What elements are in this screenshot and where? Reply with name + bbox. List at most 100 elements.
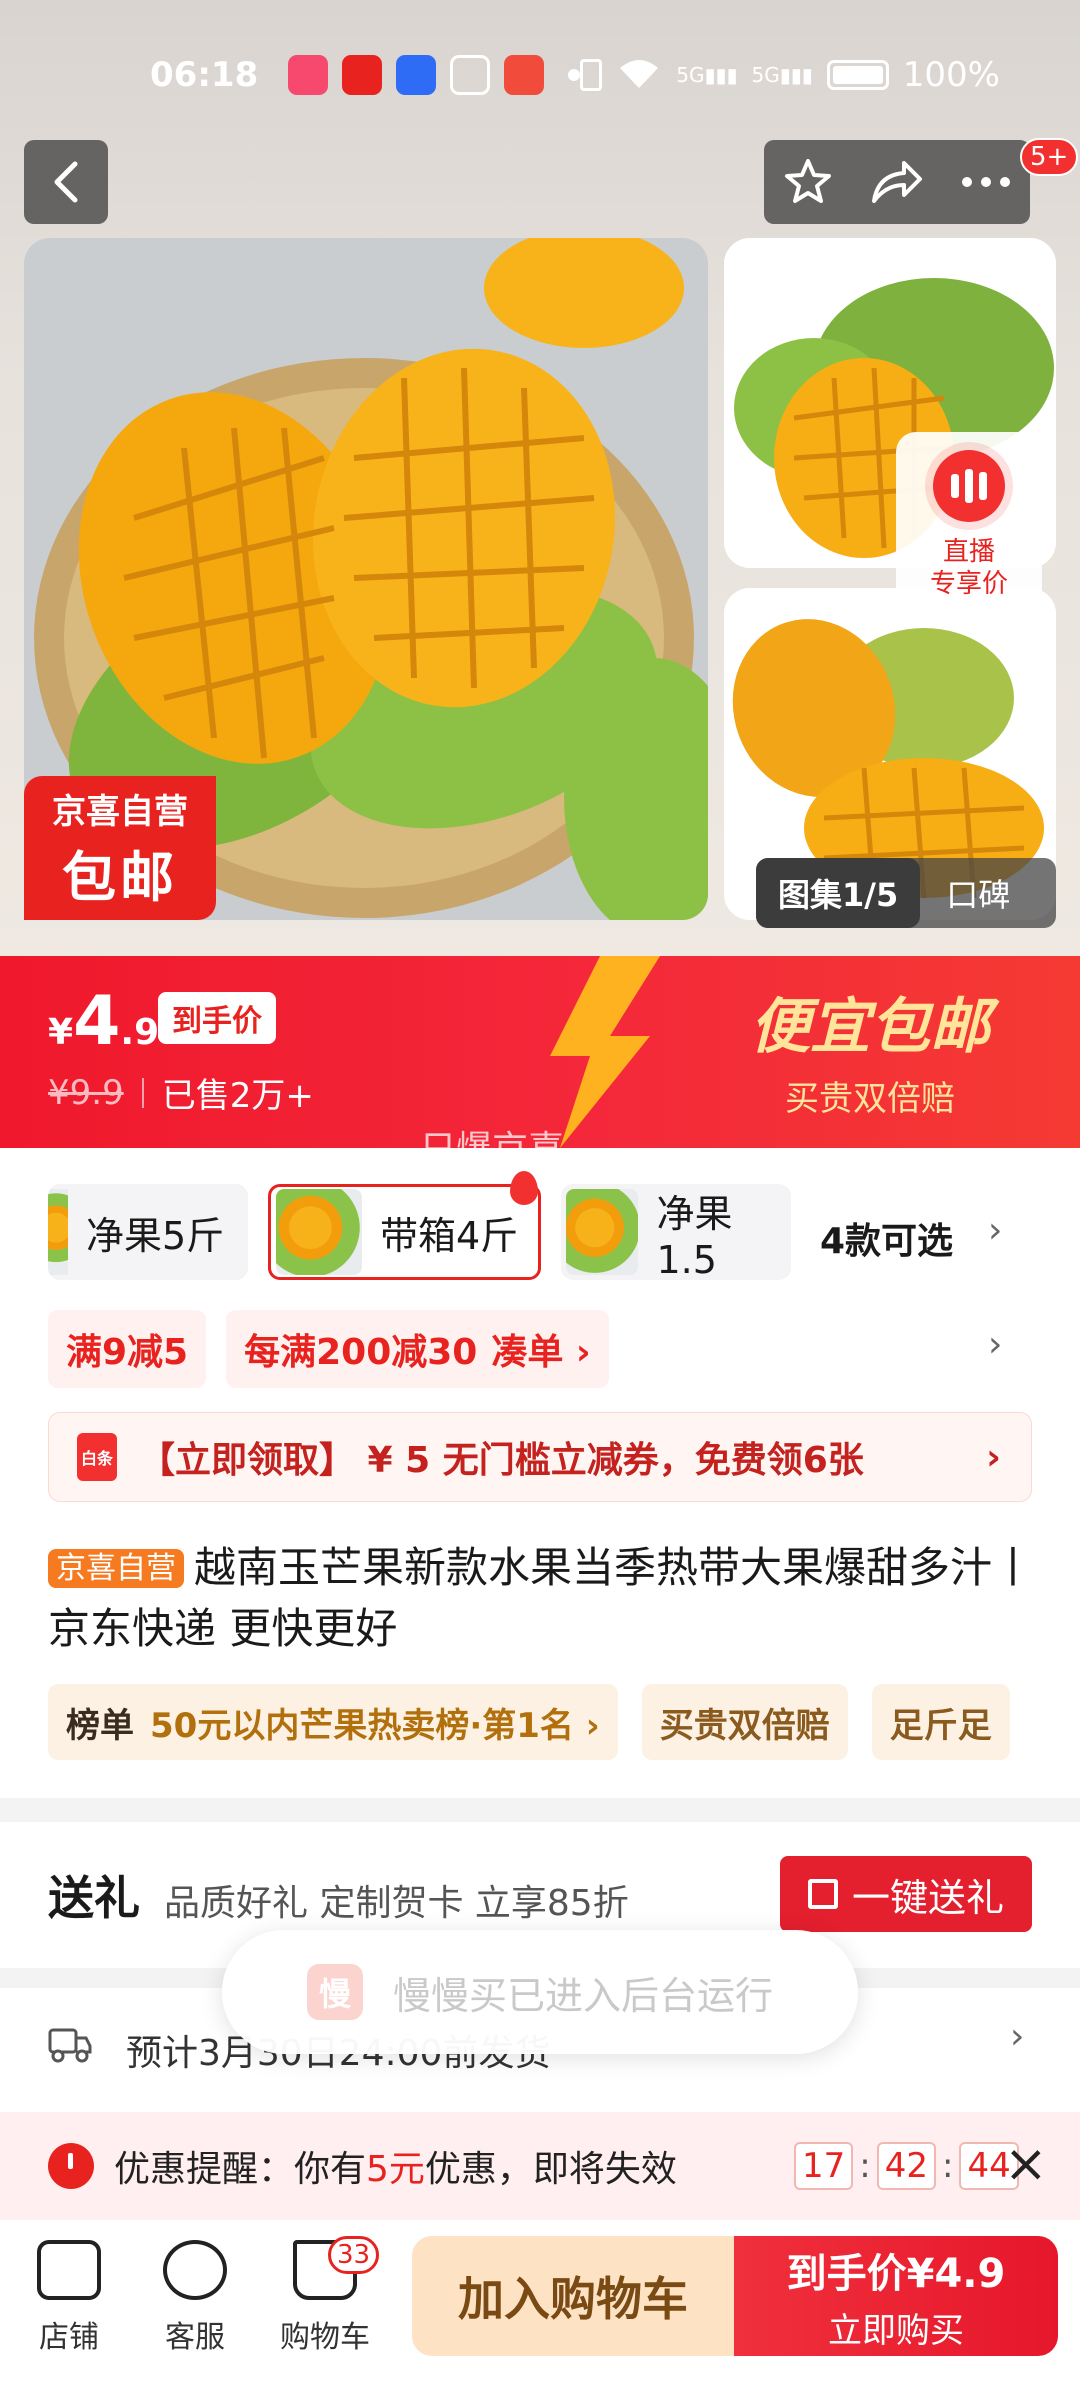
gather-order-link: 凑单 ›: [491, 1332, 591, 1373]
gallery-counter[interactable]: 图集1/5: [756, 858, 921, 928]
nav-actions: [764, 140, 1030, 224]
sku-option[interactable]: 净果1.5: [561, 1184, 792, 1281]
rank-label: 榜单: [66, 1705, 134, 1746]
chevron-left-icon: [54, 161, 78, 203]
price-decimal: .9: [120, 1012, 160, 1053]
gift-icon: [807, 1879, 838, 1909]
sku-thumbnail: [276, 1189, 362, 1275]
more-icon[interactable]: [961, 176, 1011, 188]
app-icon: 慢: [306, 1964, 363, 2020]
app-notification-icon: [288, 55, 329, 95]
bottom-action-bar: 店铺 客服 购物车 33 加入购物车 到手价¥4.9 立即购买: [0, 2220, 1080, 2400]
chevron-right-icon[interactable]: ›: [988, 1210, 1002, 1251]
product-title-text: 越南玉芒果新款水果当季热带大果爆甜多汁丨京东快递 更快更好: [48, 1543, 1035, 1653]
price-currency: ¥: [48, 1012, 74, 1053]
watermark-text: 只爆京喜: [420, 1129, 565, 1170]
chevron-right-icon: ›: [986, 1436, 1001, 1478]
toast-text: 慢慢买已进入后台运行: [392, 1973, 773, 2018]
slogan-main: 便宜包邮: [750, 992, 990, 1062]
slogan-sub: 买贵双倍赔: [785, 1079, 955, 1119]
sku-option[interactable]: 净果5斤: [48, 1184, 248, 1280]
countdown-timer: 17 : 42 : 44: [794, 2142, 1019, 2190]
sku-selector: 净果5斤 带箱4斤 净果1.5: [48, 1171, 811, 1281]
promo-badge-top: 京喜自营: [52, 792, 188, 832]
live-icon: [933, 450, 1005, 522]
sku-label: 净果5斤: [86, 1213, 225, 1258]
wifi-icon: [620, 60, 659, 88]
add-to-cart-button[interactable]: 加入购物车: [412, 2236, 734, 2356]
send-gift-button[interactable]: 一键送礼: [780, 1856, 1032, 1932]
app-notification-icon: [342, 55, 383, 95]
cart-label: 购物车: [280, 2320, 370, 2355]
cart-count-badge: 33: [328, 2236, 380, 2274]
coupon-banner[interactable]: 白条 【立即领取】 ¥ 5 无门槛立减券，免费领6张 ›: [48, 1412, 1032, 1502]
truck-icon: [48, 2028, 92, 2063]
sold-count: 已售2万+: [161, 1076, 314, 1116]
promo-tag-gather[interactable]: 每满200减30 凑单 ›: [226, 1310, 609, 1388]
app-notification-icon: [504, 55, 545, 95]
final-price: ¥ 4 .9: [48, 982, 159, 1061]
store-icon: [37, 2240, 101, 2300]
message-badge: 5+: [1020, 138, 1079, 176]
coupon-reminder[interactable]: 优惠提醒：你有 5元 优惠，即将失效 17 : 42 : 44 ×: [0, 2112, 1080, 2220]
app-notification-icon: [396, 55, 437, 95]
promotion-row: 满9减5 每满200减30 凑单 ›: [48, 1310, 629, 1388]
gift-title: 送礼: [48, 1871, 140, 1925]
status-bar: 06:18 5G▮▮▮ 5G▮▮▮ 100%: [0, 40, 1080, 110]
notification-icons: [288, 55, 581, 95]
final-price-tag: 到手价: [158, 992, 276, 1044]
chat-icon: [450, 55, 491, 95]
promo-badge-bottom: 包邮: [62, 846, 178, 909]
divider: [141, 1077, 144, 1108]
sku-thumbnail: [566, 1189, 639, 1275]
chevron-right-icon[interactable]: ›: [988, 1324, 1002, 1365]
signal-icon: 5G▮▮▮: [751, 63, 813, 87]
more-dot-icon: [568, 69, 581, 81]
close-icon[interactable]: ×: [1004, 2134, 1048, 2194]
live-price-button[interactable]: 直播 专享价: [896, 432, 1042, 620]
service-button[interactable]: 客服: [140, 2240, 250, 2356]
sku-thumbnail: [48, 1189, 68, 1275]
promo-tag[interactable]: 满9减5: [48, 1310, 207, 1388]
sku-count[interactable]: 4款可选: [820, 1212, 953, 1264]
price-meta: ¥9.9 已售2万+: [48, 1068, 314, 1117]
star-icon[interactable]: [783, 157, 833, 207]
customer-service-icon: [163, 2240, 227, 2300]
gift-desc: 品质好礼 定制贺卡 立享85折: [164, 1883, 629, 1924]
guarantee-tag[interactable]: 买贵双倍赔: [641, 1684, 848, 1760]
store-tag: 京喜自营: [48, 1549, 184, 1588]
vibrate-icon: [580, 59, 603, 91]
status-time: 06:18: [150, 55, 259, 95]
store-label: 店铺: [39, 2320, 99, 2355]
service-label: 客服: [165, 2320, 225, 2355]
battery-icon: [826, 60, 889, 90]
timer-minutes: 42: [876, 2142, 936, 2190]
ranking-link[interactable]: 榜单 50元以内芒果热卖榜·第1名 ›: [48, 1684, 618, 1760]
original-price: ¥9.9: [48, 1072, 124, 1113]
guarantee-tag[interactable]: 足斤足: [871, 1684, 1010, 1760]
promo-text: 每满200减30: [244, 1332, 478, 1373]
gallery-bar: 图集1/5 口碑: [756, 858, 1056, 928]
promo-badge: 京喜自营 包邮: [24, 776, 216, 920]
sku-option-selected[interactable]: 带箱4斤: [268, 1171, 542, 1280]
share-icon[interactable]: [870, 159, 924, 205]
reminder-prefix: 优惠提醒：你有: [114, 2149, 367, 2190]
live-label: 直播 专享价: [929, 537, 1008, 599]
reviews-tab[interactable]: 口碑: [920, 870, 1010, 916]
store-button[interactable]: 店铺: [14, 2240, 124, 2356]
sku-label: 带箱4斤: [380, 1213, 519, 1258]
slogan: 便宜包邮 买贵双倍赔: [660, 978, 1080, 1120]
back-button[interactable]: [24, 140, 108, 224]
rank-text: 50元以内芒果热卖榜·第1名 ›: [150, 1705, 600, 1746]
rank-row: 榜单 50元以内芒果热卖榜·第1名 › 买贵双倍赔 足斤足: [48, 1684, 1034, 1760]
buy-now-button[interactable]: 到手价¥4.9 立即购买: [734, 2236, 1058, 2356]
price-integer: 4: [73, 982, 121, 1061]
chevron-right-icon: ›: [1010, 2016, 1025, 2057]
signal-icon: 5G▮▮▮: [676, 63, 738, 87]
status-right: 5G▮▮▮ 5G▮▮▮ 100%: [580, 55, 1000, 95]
sku-label: 净果1.5: [656, 1191, 733, 1281]
coupon-text: 【立即领取】 ¥ 5 无门槛立减券，免费领6张: [139, 1440, 864, 1481]
product-title: 京喜自营 越南玉芒果新款水果当季热带大果爆甜多汁丨京东快递 更快更好: [48, 1538, 1038, 1659]
clock-icon: [48, 2143, 94, 2189]
battery-percent: 100%: [902, 55, 1000, 95]
